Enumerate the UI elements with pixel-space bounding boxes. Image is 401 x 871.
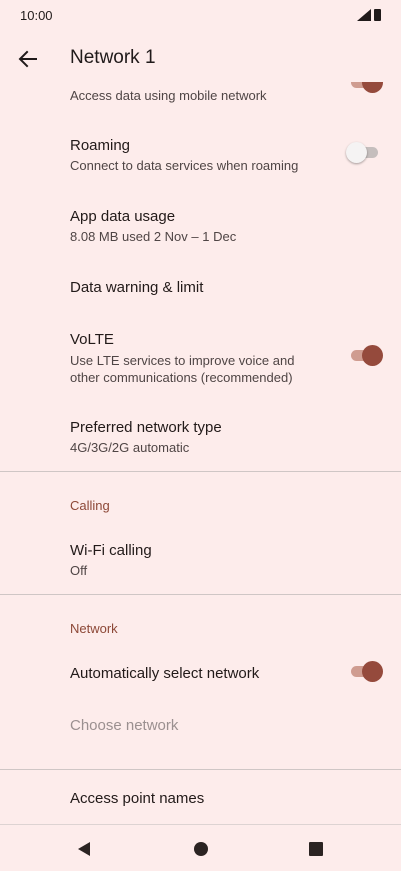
status-notch <box>0 0 401 34</box>
circle-home-icon <box>194 842 208 856</box>
mobile-data-summary: Access data using mobile network <box>70 88 267 103</box>
arrow-back-icon <box>18 50 37 68</box>
volte-switch[interactable] <box>348 345 383 367</box>
volte-title: VoLTE <box>70 331 114 348</box>
data-warning-item[interactable]: Data warning & limit <box>70 278 381 297</box>
preferred-network-title: Preferred network type <box>70 419 222 436</box>
nav-back-button[interactable] <box>72 837 96 861</box>
roaming-switch[interactable] <box>346 142 382 164</box>
volte-summary-line1: Use LTE services to improve voice and <box>70 353 295 368</box>
volte-item[interactable]: VoLTE Use LTE services to improve voice … <box>70 330 381 386</box>
switch-thumb <box>362 345 383 366</box>
choose-network-title: Choose network <box>70 717 179 734</box>
roaming-item[interactable]: Roaming Connect to data services when ro… <box>70 136 381 174</box>
access-point-names-item[interactable]: Access point names <box>70 789 381 808</box>
section-header-network: Network <box>70 621 118 636</box>
choose-network-item: Choose network <box>70 716 381 735</box>
divider <box>0 594 401 595</box>
triangle-back-icon <box>78 842 90 856</box>
divider <box>0 769 401 770</box>
switch-thumb <box>346 142 367 163</box>
app-data-usage-title: App data usage <box>70 208 176 225</box>
preferred-network-item[interactable]: Preferred network type 4G/3G/2G automati… <box>70 418 381 456</box>
nav-recents-button[interactable] <box>304 837 328 861</box>
status-icons <box>357 9 381 21</box>
mobile-data-switch[interactable] <box>348 82 383 94</box>
auto-select-network-switch[interactable] <box>348 661 383 683</box>
volte-summary-line2: other communications (recommended) <box>70 370 293 385</box>
page-title: Network 1 <box>70 47 156 68</box>
access-point-names-title: Access point names <box>70 790 205 807</box>
wifi-calling-title: Wi-Fi calling <box>70 542 152 559</box>
back-button[interactable] <box>12 43 44 75</box>
roaming-summary: Connect to data services when roaming <box>70 158 299 173</box>
settings-list[interactable]: Access data using mobile network Roaming… <box>0 82 401 824</box>
wifi-calling-item[interactable]: Wi-Fi calling Off <box>70 541 381 579</box>
nav-home-button[interactable] <box>189 837 213 861</box>
auto-select-network-item[interactable]: Automatically select network <box>70 664 381 683</box>
auto-select-network-title: Automatically select network <box>70 665 260 682</box>
status-time: 10:00 <box>20 8 53 23</box>
app-data-usage-item[interactable]: App data usage 8.08 MB used 2 Nov – 1 De… <box>70 207 381 245</box>
status-bar: 10:00 <box>0 0 401 34</box>
navigation-bar <box>0 824 401 871</box>
switch-thumb <box>362 661 383 682</box>
app-data-usage-summary: 8.08 MB used 2 Nov – 1 Dec <box>70 229 237 244</box>
mobile-data-item[interactable]: Access data using mobile network <box>70 85 381 104</box>
wifi-calling-summary: Off <box>70 563 88 578</box>
preferred-network-summary: 4G/3G/2G automatic <box>70 440 190 455</box>
app-bar: Network 1 <box>0 36 401 82</box>
data-warning-title: Data warning & limit <box>70 279 204 296</box>
switch-thumb <box>362 82 383 93</box>
signal-icon <box>357 9 371 21</box>
roaming-title: Roaming <box>70 137 131 154</box>
section-header-calling: Calling <box>70 498 110 513</box>
divider <box>0 471 401 472</box>
square-recents-icon <box>309 842 323 856</box>
battery-icon <box>374 9 381 21</box>
